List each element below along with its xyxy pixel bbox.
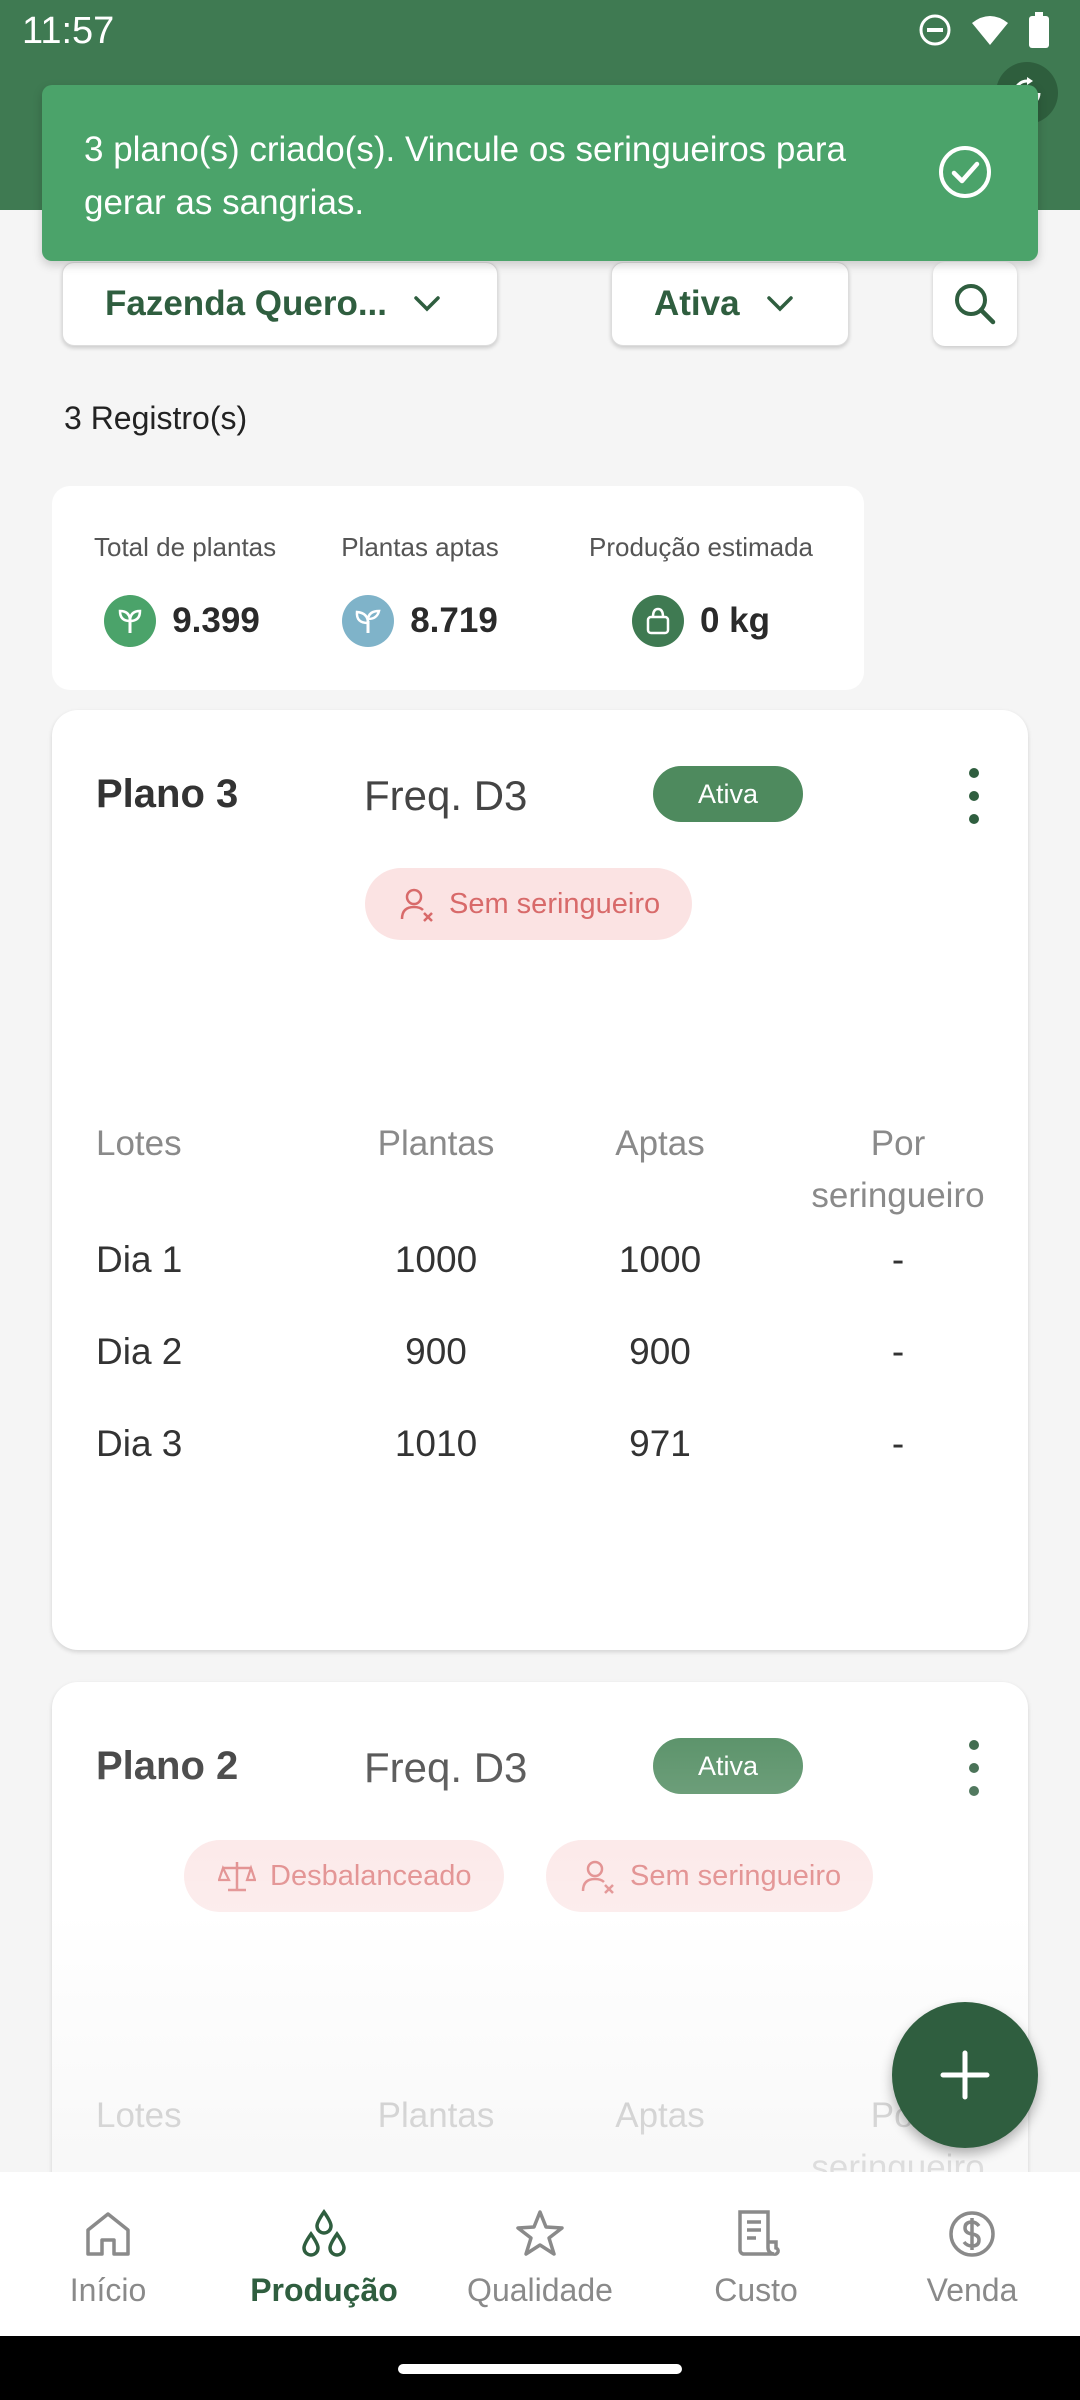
col-lotes: Lotes (96, 2096, 182, 2135)
col-lotes: Lotes (96, 1124, 182, 1163)
nav-inicio[interactable]: Início (0, 2172, 216, 2336)
summary-producao-value: 0 kg (699, 601, 771, 640)
more-options-icon[interactable] (964, 1740, 984, 1796)
chevron-down-icon (766, 296, 793, 312)
nav-custo[interactable]: Custo (648, 2172, 864, 2336)
records-count: 3 Registro(s) (64, 400, 248, 436)
table-row: Dia 3 1010 971 - (96, 1418, 986, 1510)
status-badge: Ativa (653, 1738, 803, 1794)
summary-aptas: Plantas aptas 8.719 (340, 532, 500, 647)
dollar-icon (949, 2211, 995, 2257)
nav-label: Custo (714, 2272, 798, 2308)
bottom-navigation: Início Produção Qualidade Custo Venda (0, 2172, 1080, 2336)
plan-frequency: Freq. D3 (364, 772, 528, 819)
wifi-icon (972, 16, 1008, 45)
tag-label: Sem seringueiro (630, 1859, 842, 1892)
plant-icon (104, 595, 157, 647)
summary-aptas-label: Plantas aptas (341, 532, 499, 562)
nav-producao[interactable]: Produção (216, 2172, 432, 2336)
col-por-seringueiro: Por seringueiro (811, 1124, 985, 1215)
user-remove-icon (581, 1860, 614, 1894)
receipt-icon (738, 2210, 780, 2256)
plus-icon (940, 2050, 990, 2100)
cell-aptas: 1000 (618, 1239, 702, 1280)
battery-icon (1029, 12, 1049, 48)
cell-por-seringueiro: - (891, 1423, 905, 1464)
status-time: 11:57 (22, 10, 115, 52)
status-icons (918, 12, 1050, 48)
plan-frequency: Freq. D3 (364, 1744, 528, 1791)
scale-icon (218, 1862, 256, 1892)
drops-icon (302, 2208, 346, 2257)
cell-plantas: 1010 (394, 1423, 478, 1464)
summary-total: Total de plantas 9.399 (94, 532, 277, 647)
status-bar: 11:57 (0, 0, 1080, 64)
do-not-disturb-icon (919, 14, 951, 46)
summary-total-label: Total de plantas (94, 532, 277, 562)
cell-aptas: 900 (629, 1331, 691, 1372)
nav-label: Início (69, 2272, 147, 2308)
home-indicator[interactable] (398, 2364, 682, 2374)
unbalanced-tag: Desbalanceado (184, 1840, 504, 1912)
cell-lote: Dia 1 (96, 1239, 183, 1280)
table-header: Lotes Plantas Aptas Por seringueiro (96, 1118, 986, 1234)
search-button[interactable] (933, 262, 1017, 346)
summary-aptas-value: 8.719 (410, 601, 498, 640)
col-plantas: Plantas (377, 2096, 495, 2135)
nav-venda[interactable]: Venda (864, 2172, 1080, 2336)
nav-label: Venda (926, 2272, 1018, 2308)
farm-filter-label: Fazenda Quero... (105, 284, 387, 323)
nav-qualidade[interactable]: Qualidade (432, 2172, 648, 2336)
plan-title: Plano 3 (96, 772, 239, 816)
table-row: Dia 2 900 900 - (96, 1326, 986, 1418)
no-tapper-tag: Sem seringueiro (365, 868, 693, 940)
col-aptas: Aptas (615, 1124, 705, 1163)
summary-card: Total de plantas 9.399 Plantas aptas 8.7… (52, 486, 864, 690)
cell-plantas: 900 (405, 1331, 467, 1372)
status-filter-label: Ativa (654, 284, 740, 323)
tag-label: Desbalanceado (270, 1859, 472, 1892)
cell-plantas: 1000 (394, 1239, 478, 1280)
table-row: Dia 1 1000 1000 - (96, 1234, 986, 1326)
tag-label: Sem seringueiro (449, 887, 661, 920)
plan-table: Lotes Plantas Aptas Por seringueiro Dia … (96, 1118, 986, 1510)
search-icon (955, 284, 996, 325)
cell-por-seringueiro: - (891, 1239, 905, 1280)
more-options-icon[interactable] (964, 768, 984, 824)
summary-total-value: 9.399 (172, 601, 260, 640)
status-filter-dropdown[interactable]: Ativa (611, 262, 849, 346)
star-icon (516, 2210, 564, 2256)
cell-lote: Dia 3 (96, 1423, 183, 1464)
col-plantas: Plantas (377, 1124, 495, 1163)
col-aptas: Aptas (615, 2096, 705, 2135)
plan-title: Plano 2 (96, 1744, 239, 1788)
cell-aptas: 971 (629, 1423, 691, 1464)
weight-bag-icon (631, 595, 684, 647)
user-remove-icon (400, 888, 433, 922)
status-badge: Ativa (653, 766, 803, 822)
home-icon (86, 2212, 130, 2256)
no-tapper-tag: Sem seringueiro (546, 1840, 874, 1912)
summary-producao: Produção estimada 0 kg (576, 532, 826, 647)
add-plan-button[interactable] (892, 2002, 1038, 2148)
sprout-icon (342, 595, 395, 647)
success-toast[interactable]: 3 plano(s) criado(s). Vincule os seringu… (42, 85, 1038, 261)
summary-producao-label: Produção estimada (588, 532, 814, 562)
chevron-down-icon (414, 296, 440, 312)
toast-message: 3 plano(s) criado(s). Vincule os seringu… (84, 130, 846, 222)
cell-por-seringueiro: - (891, 1331, 905, 1372)
farm-filter-dropdown[interactable]: Fazenda Quero... (62, 262, 498, 346)
nav-label: Produção (250, 2272, 398, 2308)
nav-label: Qualidade (467, 2272, 613, 2308)
check-circle-icon (939, 146, 991, 198)
cell-lote: Dia 2 (96, 1331, 183, 1372)
plan-card[interactable]: Plano 3 Freq. D3 Ativa Sem seringueiro L… (52, 710, 1028, 1650)
